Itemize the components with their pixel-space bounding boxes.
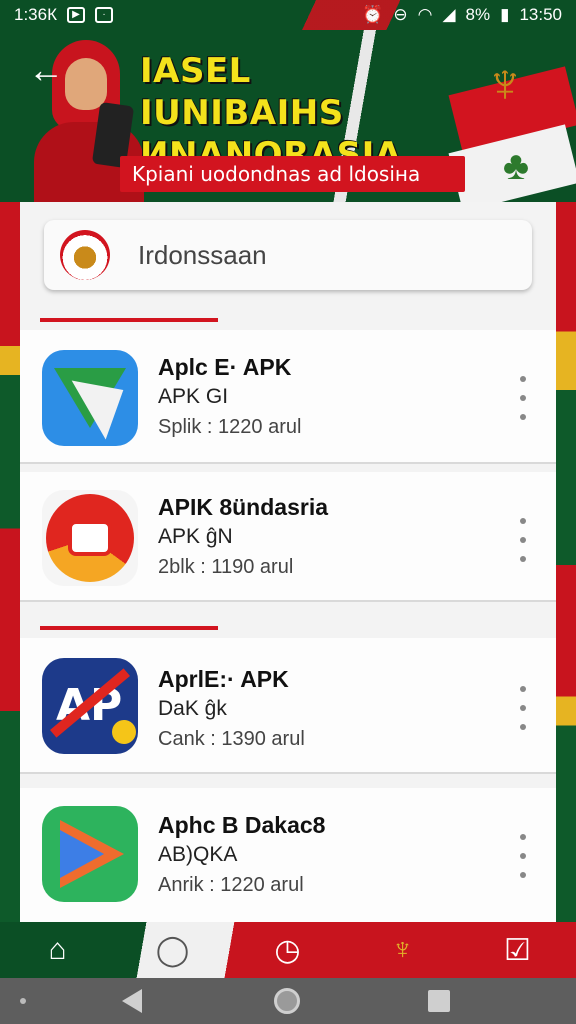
app-subtitle: DaK ĝk: [158, 697, 227, 720]
status-left-text: 1:36К: [14, 5, 57, 24]
app-title: APIK 8ündasria: [158, 494, 328, 520]
maps-style-icon: [42, 350, 138, 446]
system-home-icon[interactable]: [274, 988, 300, 1014]
status-time: 13:50: [519, 5, 562, 24]
status-bar: 1:36К ▶ · ⏰ ⊖ ◠ ◢ 8% ▮ 13:50: [0, 0, 576, 30]
clock-icon[interactable]: ◷: [230, 922, 345, 978]
profile-icon[interactable]: ◯: [115, 922, 230, 978]
app-meta: Cank : 1390 arul: [158, 728, 305, 750]
app-text: Aplc E· APK APK GI Splik : 1220 arul: [158, 352, 301, 442]
right-decor-strip: [554, 200, 576, 930]
checklist-icon[interactable]: ☑: [460, 922, 575, 978]
nav-indicator-dot: [20, 998, 26, 1004]
bottom-nav: ⌂ ◯ ◷ ♆ ☑: [0, 922, 576, 978]
garuda-emblem-icon: ♆: [484, 51, 526, 114]
banner-subtitle: Kpiani uodondnas ad ldosiна: [120, 156, 465, 192]
dnd-icon: ⊖: [393, 5, 408, 24]
battery-percent: 8%: [465, 5, 491, 24]
more-options-icon[interactable]: [514, 518, 532, 562]
more-options-icon[interactable]: [514, 376, 532, 420]
system-back-icon[interactable]: [122, 989, 142, 1013]
camera-style-icon: [42, 490, 138, 586]
app-meta: Splik : 1220 arul: [158, 416, 302, 438]
ap-style-icon: AP: [42, 658, 138, 754]
system-recents-icon[interactable]: [428, 990, 450, 1012]
signal-icon: ◢: [442, 5, 456, 24]
more-options-icon[interactable]: [514, 834, 532, 878]
app-list-item[interactable]: AP AprlE:· APK DaK ĝk Cank : 1390 arul: [20, 638, 556, 774]
app-subtitle: APK GI: [158, 385, 229, 408]
app-meta: Anrik : 1220 arul: [158, 874, 304, 896]
wifi-icon: ◠: [417, 5, 433, 24]
app-list-item[interactable]: APIK 8ündasria APK ĝN 2blk : 1190 arul: [20, 472, 556, 602]
video-icon: ▶: [67, 7, 85, 23]
banner-title-line1: IASEL IUNIBAIHS: [140, 51, 344, 133]
app-meta: 2blk : 1190 arul: [158, 556, 294, 578]
section-divider: [40, 318, 218, 322]
app-list-panel: Aplc E· APK APK GI Splik : 1220 arul API…: [20, 202, 556, 922]
more-options-icon[interactable]: [514, 686, 532, 730]
app-text: Aphc B Dakac8 AB)QKA Anrik : 1220 arul: [158, 810, 325, 900]
system-nav-bar: [0, 978, 576, 1024]
app-title: AprlE:· APK: [158, 666, 289, 692]
play-style-icon: [42, 806, 138, 902]
app-text: AprlE:· APK DaK ĝk Cank : 1390 arul: [158, 664, 305, 754]
left-decor-strip: [0, 200, 22, 930]
app-subtitle: AB)QKA: [158, 843, 238, 866]
battery-icon: ▮: [500, 5, 510, 24]
app-subtitle: APK ĝN: [158, 525, 233, 548]
search-input[interactable]: [138, 239, 498, 271]
garuda-icon[interactable]: ♆: [345, 922, 460, 978]
status-right: ⏰ ⊖ ◠ ◢ 8% ▮ 13:50: [362, 5, 562, 25]
back-button[interactable]: ←: [28, 52, 64, 88]
chat-icon: ·: [95, 7, 113, 23]
header-banner: ← IASEL IUNIBAIHS ИNANORASIA ♆ ♣ Kpiani …: [0, 30, 576, 202]
section-divider: [40, 626, 218, 630]
home-icon[interactable]: ⌂: [0, 922, 115, 978]
alarm-icon: ⏰: [362, 5, 384, 24]
garuda-badge-icon: [60, 230, 110, 280]
app-list-item[interactable]: Aphc B Dakac8 AB)QKA Anrik : 1220 arul: [20, 788, 556, 922]
tree-icon: ♣: [502, 144, 530, 188]
status-left: 1:36К ▶ ·: [14, 5, 113, 25]
app-list-item[interactable]: Aplc E· APK APK GI Splik : 1220 arul: [20, 330, 556, 464]
app-title: Aphc B Dakac8: [158, 812, 326, 838]
app-text: APIK 8ündasria APK ĝN 2blk : 1190 arul: [158, 492, 328, 582]
app-title: Aplc E· APK: [158, 354, 292, 380]
search-bar[interactable]: [44, 220, 532, 290]
avatar-face: [65, 58, 107, 110]
